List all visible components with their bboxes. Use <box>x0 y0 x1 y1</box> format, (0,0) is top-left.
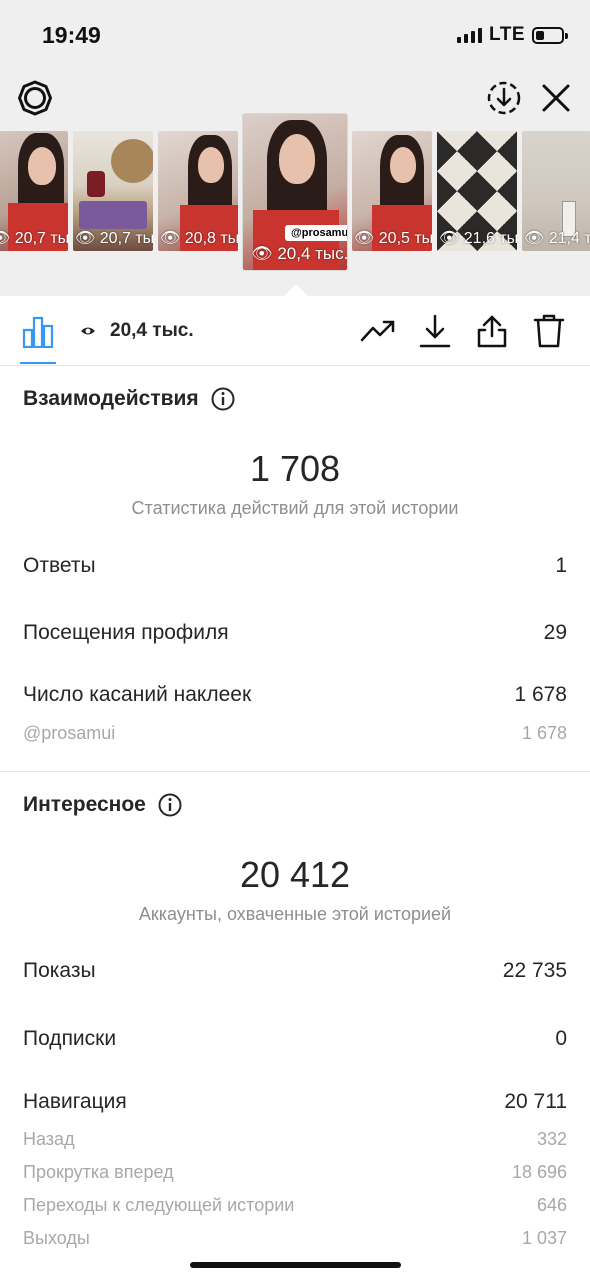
status-bar: 19:49 LTE <box>0 0 590 70</box>
story-views: 👁 21,4 т <box>524 230 590 247</box>
stat-subrow-forward: Прокрутка вперед 18 696 <box>23 1162 567 1183</box>
stat-label: Выходы <box>23 1228 90 1248</box>
stat-row-navigation: Навигация 20 711 <box>23 1090 567 1114</box>
stat-label: Прокрутка вперед <box>23 1162 174 1182</box>
insights-tab[interactable] <box>22 316 56 349</box>
stat-row-profile-visits: Посещения профиля 29 <box>23 621 567 645</box>
interactions-title: Взаимодействия <box>23 387 199 410</box>
stat-value: 0 <box>555 1027 567 1050</box>
stat-subrow-exits: Выходы 1 037 <box>23 1228 567 1249</box>
share-button[interactable] <box>474 313 510 349</box>
battery-icon <box>532 26 568 44</box>
close-icon <box>542 84 570 112</box>
eye-icon: 👁 <box>160 230 185 247</box>
stat-label: Назад <box>23 1129 75 1149</box>
eye-icon: 👁 <box>524 230 549 247</box>
stat-value: 18 696 <box>511 1162 567 1182</box>
stat-value: 1 <box>555 554 567 577</box>
save-story-button[interactable] <box>484 78 524 118</box>
stat-row-replies: Ответы 1 <box>23 554 567 578</box>
status-icons: LTE <box>457 24 568 46</box>
eye-icon: 👁 <box>439 230 464 247</box>
story-views: 👁 20,5 ты <box>354 230 432 247</box>
views-count: 20,4 тыс. <box>110 320 194 341</box>
eye-icon: 👁 <box>251 244 278 263</box>
section-title-interactions: Взаимодействия <box>23 387 235 411</box>
stat-value: 1 678 <box>521 723 567 743</box>
active-tab-indicator <box>20 362 56 364</box>
stat-label: Переходы к следующей истории <box>23 1195 295 1215</box>
story-views: 👁 20,7 ты <box>0 228 68 248</box>
interactions-caption: Статистика действий для этой истории <box>131 498 459 518</box>
story-thumbnail[interactable]: 👁 20,5 ты <box>352 131 432 251</box>
stat-value: 1 678 <box>514 683 567 706</box>
download-circle-icon <box>487 81 521 115</box>
stat-row-follows: Подписки 0 <box>23 1027 567 1051</box>
info-icon[interactable] <box>158 793 182 817</box>
stat-value: 29 <box>543 621 567 644</box>
trash-icon <box>533 314 565 348</box>
stat-label: Показы <box>23 959 96 982</box>
stat-value: 646 <box>536 1195 567 1215</box>
settings-button[interactable] <box>15 78 55 118</box>
story-thumbnail[interactable]: 👁 21,6 ты <box>437 131 517 251</box>
section-divider <box>0 771 590 772</box>
trend-icon <box>360 320 395 342</box>
accounts-reached-caption: Аккаунты, охваченные этой историей <box>138 904 452 924</box>
stat-label: Посещения профиля <box>23 621 229 644</box>
story-thumbnail[interactable]: 👁 21,4 т <box>522 131 590 251</box>
stat-value: 332 <box>536 1129 567 1149</box>
story-views: 👁 21,6 ты <box>439 230 517 247</box>
network-label: LTE <box>489 24 525 45</box>
stat-subrow-next-story: Переходы к следующей истории 646 <box>23 1195 567 1216</box>
story-thumbnail-selected[interactable]: @prosamui 👁 20,4 тыс. <box>243 114 347 270</box>
insights-toolbar: 20,4 тыс. <box>0 296 590 366</box>
stat-value: 22 735 <box>502 959 567 982</box>
signal-icon <box>457 27 483 43</box>
views-summary: 20,4 тыс. <box>80 320 194 342</box>
download-icon <box>419 314 451 348</box>
story-thumbnail[interactable]: 👁 20,8 ты <box>158 131 238 251</box>
section-title-discovery: Интересное <box>23 793 182 817</box>
info-icon[interactable] <box>211 387 235 411</box>
eye-icon: 👁 <box>354 230 379 247</box>
bar-chart-icon <box>22 316 54 349</box>
home-indicator[interactable] <box>190 1262 401 1268</box>
status-time: 19:49 <box>42 22 101 48</box>
stat-label: Подписки <box>23 1027 117 1050</box>
stat-row-sticker-taps: Число касаний наклеек 1 678 <box>23 683 567 707</box>
eye-icon: 👁 <box>0 230 11 247</box>
stat-value: 20 711 <box>504 1090 567 1113</box>
story-views: 👁 20,7 ты <box>75 230 153 247</box>
eye-icon <box>81 327 95 335</box>
stat-label: Число касаний наклеек <box>23 683 252 706</box>
stat-subrow-mention: @prosamui 1 678 <box>23 723 567 744</box>
stat-row-impressions: Показы 22 735 <box>23 959 567 983</box>
story-views: 👁 20,4 тыс. <box>251 244 347 263</box>
promote-button[interactable] <box>360 313 396 349</box>
story-thumbnail[interactable]: 👁 20,7 ты <box>0 131 68 251</box>
story-views: 👁 20,8 ты <box>160 230 238 247</box>
settings-icon <box>18 80 52 116</box>
download-button[interactable] <box>417 313 453 349</box>
discovery-title: Интересное <box>23 793 146 816</box>
delete-button[interactable] <box>531 313 567 349</box>
stat-label: Ответы <box>23 554 96 577</box>
accounts-reached-total: 20 412 <box>239 854 351 895</box>
interactions-total: 1 708 <box>249 448 341 489</box>
story-thumbnail[interactable]: 👁 20,7 ты <box>73 131 153 251</box>
stat-label: Навигация <box>23 1090 127 1113</box>
close-button[interactable] <box>536 78 576 118</box>
stat-label: @prosamui <box>23 723 116 743</box>
stat-value: 1 037 <box>521 1228 567 1248</box>
story-mention-tag: @prosamui <box>285 225 347 241</box>
eye-icon: 👁 <box>75 230 100 247</box>
share-icon <box>477 315 507 348</box>
stat-subrow-back: Назад 332 <box>23 1129 567 1150</box>
